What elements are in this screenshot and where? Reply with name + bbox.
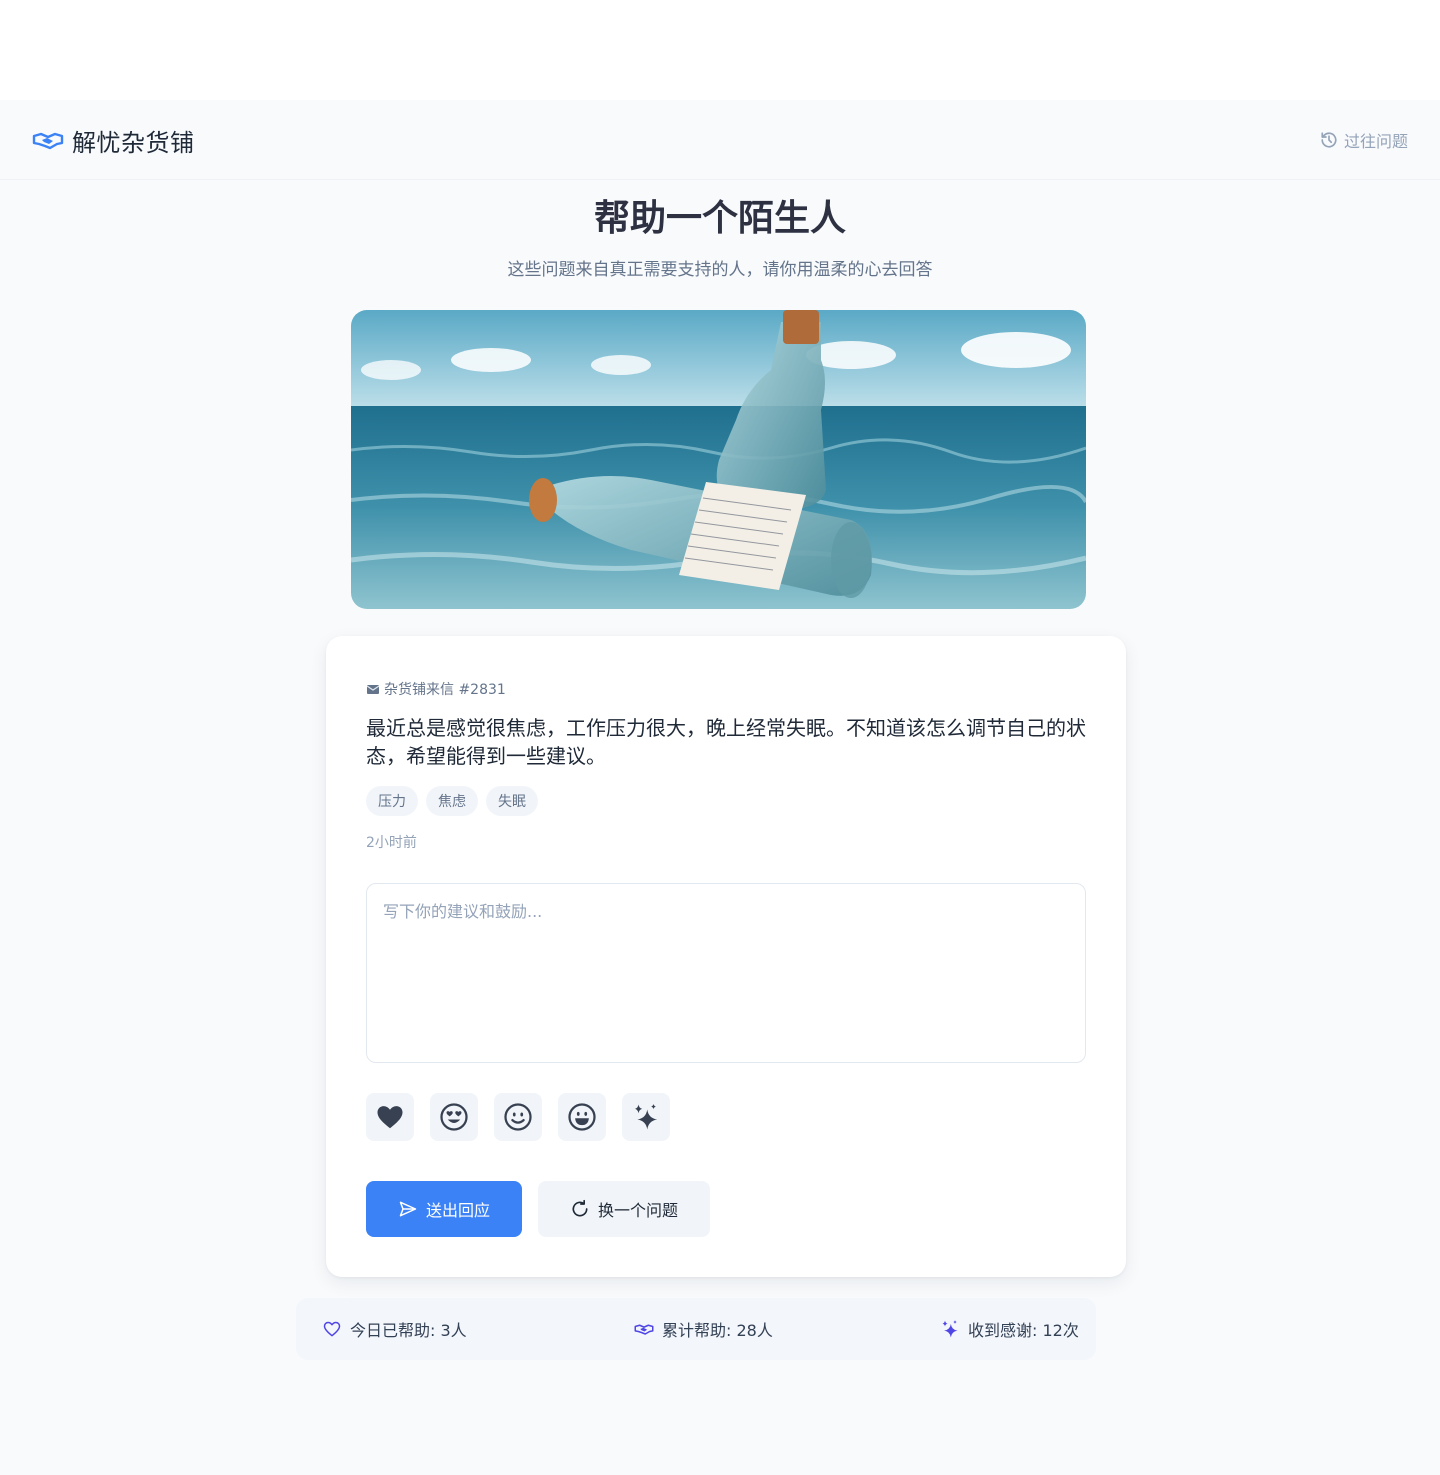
tag[interactable]: 失眠 (486, 786, 538, 816)
question-card: 杂货铺来信 #2831 最近总是感觉很焦虑，工作压力很大，晚上经常失眠。不知道该… (326, 636, 1126, 1277)
reply-input[interactable] (367, 884, 1085, 1062)
stat-total: 累计帮助: 28人 (634, 1318, 773, 1340)
logo[interactable]: 解忧杂货铺 (32, 124, 195, 157)
heart-eyes-icon (440, 1103, 468, 1131)
letter-icon (366, 685, 380, 694)
handshake-icon (634, 1324, 654, 1335)
grin-icon (568, 1103, 596, 1131)
tag-list: 压力 焦虑 失眠 (366, 786, 538, 816)
history-link[interactable]: 过往问题 (1320, 128, 1408, 152)
switch-label: 换一个问题 (597, 1201, 678, 1220)
history-label: 过往问题 (1343, 132, 1408, 151)
sparkles-button[interactable] (622, 1093, 670, 1141)
heart-icon (377, 1106, 403, 1129)
timestamp: 2小时前 (366, 835, 417, 851)
page-subtitle: 这些问题来自真正需要支持的人，请你用温柔的心去回答 (507, 260, 933, 280)
send-button[interactable]: 送出回应 (366, 1181, 522, 1237)
heart-outline-icon (323, 1321, 341, 1337)
stat-today: 今日已帮助: 3人 (322, 1318, 467, 1340)
handshake-icon (32, 132, 64, 150)
emoji-row (366, 1093, 670, 1141)
stat-today-label: 今日已帮助: 3人 (350, 1321, 467, 1340)
smile-button[interactable] (494, 1093, 542, 1141)
sparkles-icon (942, 1320, 958, 1338)
tag[interactable]: 焦虑 (426, 786, 478, 816)
app: 解忧杂货铺 过往问题 帮助一个陌生人 这些问题来自真正需要支持的人，请你用温柔的… (0, 100, 1440, 1475)
sparkles-icon (634, 1103, 658, 1130)
stat-thanks: 收到感谢: 12次 (940, 1318, 1079, 1340)
stats-bar: 今日已帮助: 3人 累计帮助: 28人 收到感谢: 12次 (296, 1298, 1096, 1360)
smile-icon (504, 1103, 532, 1131)
send-icon (399, 1201, 417, 1217)
stat-thanks-label: 收到感谢: 12次 (968, 1321, 1079, 1340)
send-label: 送出回应 (425, 1201, 490, 1220)
page-title: 帮助一个陌生人 (593, 198, 846, 239)
tag[interactable]: 压力 (366, 786, 418, 816)
question-text: 最近总是感觉很焦虑，工作压力很大，晚上经常失眠。不知道该怎么调节自己的状态，希望… (366, 716, 1086, 768)
grin-button[interactable] (558, 1093, 606, 1141)
switch-question-button[interactable]: 换一个问题 (538, 1181, 710, 1237)
letter-meta: 杂货铺来信 #2831 (366, 680, 506, 698)
action-bar: 送出回应 换一个问题 (366, 1181, 710, 1237)
reply-box[interactable] (366, 883, 1086, 1063)
stat-total-label: 累计帮助: 28人 (662, 1321, 773, 1340)
heart-button[interactable] (366, 1093, 414, 1141)
heart-eyes-button[interactable] (430, 1093, 478, 1141)
letter-number: 杂货铺来信 #2831 (384, 682, 506, 698)
header: 解忧杂货铺 过往问题 (0, 100, 1440, 180)
refresh-icon (572, 1199, 588, 1217)
hero-image (351, 310, 1086, 609)
history-icon (1321, 132, 1337, 148)
app-name: 解忧杂货铺 (72, 128, 195, 157)
